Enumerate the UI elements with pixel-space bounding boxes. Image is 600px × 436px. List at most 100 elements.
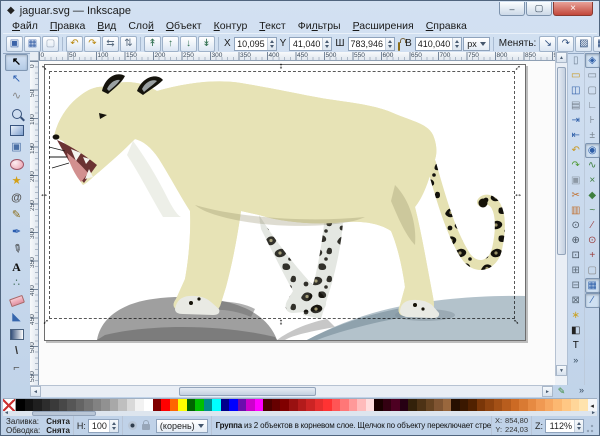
fill-stroke-dialog-button[interactable]: ◧ [568,323,583,338]
menu-text[interactable]: Текст [253,20,291,32]
rotate-ccw-button[interactable]: ↶ [66,36,83,52]
tool-zoom[interactable] [5,105,28,122]
title-bar[interactable]: ◆ jaguar.svg — Inkscape – ▢ × [3,2,597,19]
save-button[interactable]: ◫ [568,83,583,98]
create-clone-button[interactable]: ⊟ [568,278,583,293]
y-field[interactable]: 41,040 [289,37,332,51]
flip-horizontal-button[interactable]: ⇆ [102,36,119,52]
snap-nodes-toggle[interactable]: ◉ [585,143,600,158]
resize-grip[interactable] [586,419,594,433]
zoom-drawing-button[interactable]: ⊕ [568,233,583,248]
snap-object-centers-toggle[interactable]: ⊙ [585,233,600,248]
affect-stroke-toggle[interactable]: ↘ [539,36,556,52]
snap-cusp-nodes-toggle[interactable]: ◆ [585,188,600,203]
snap-enable-toggle[interactable]: ◈ [585,53,600,68]
import-button[interactable]: ⇥ [568,113,583,128]
unlink-clone-button[interactable]: ⊠ [568,293,583,308]
scroll-down-button[interactable]: ▼ [556,365,567,376]
layer-dropdown[interactable]: (корень) [156,419,208,433]
scroll-right-button[interactable]: ► [542,386,553,397]
width-field[interactable]: 783,946 [348,37,396,51]
tool-node-editor[interactable]: ↖ [5,71,28,88]
menu-extensions[interactable]: Расширения [347,20,420,32]
tool-gradient[interactable] [5,326,28,343]
tool-eraser[interactable] [5,292,28,309]
tool-star[interactable]: ★ [5,173,28,190]
vertical-scrollbar[interactable]: ▲ ▼ [555,52,567,376]
snap-page-border-toggle[interactable]: ▢ [585,263,600,278]
duplicate-button[interactable]: ⊞ [568,263,583,278]
lower-to-bottom-button[interactable]: ↡ [198,36,215,52]
close-button[interactable]: × [553,2,593,16]
affect-corners-toggle[interactable]: ↷ [557,36,574,52]
jaguar-drawing[interactable] [45,65,525,340]
height-spinner[interactable] [452,38,461,50]
color-managed-view-icon[interactable]: ✎ [555,385,568,397]
zoom-selection-button[interactable]: ⊙ [568,218,583,233]
affect-gradients-toggle[interactable]: ▨ [575,36,592,52]
redo-button[interactable]: ↷ [568,158,583,173]
horizontal-scrollbar[interactable]: ◄ ► [30,385,553,397]
scale-handle-e[interactable]: ↔ [514,190,523,199]
tool-text[interactable]: A [5,258,28,275]
snap-bbox-corners-toggle[interactable]: ∟ [585,98,600,113]
zoom-field[interactable]: 112% [545,419,584,433]
scale-handle-n[interactable]: ↕ [279,62,284,71]
svg-page[interactable] [44,64,526,341]
tool-bezier-pen[interactable]: ✒ [5,224,28,241]
tool-spray[interactable]: ∴ [5,275,28,292]
layer-lock-icon[interactable] [142,424,150,430]
tool-dropper[interactable]: \ [5,343,28,360]
open-document-button[interactable]: ▭ [568,68,583,83]
maximize-button[interactable]: ▢ [526,2,552,16]
menu-help[interactable]: Справка [420,20,473,32]
tool-tweak[interactable]: ∿ [5,88,28,105]
fill-stroke-indicator[interactable]: Заливка: Снята Обводка: Снята [3,416,74,435]
deselect-button[interactable]: ▢ [42,36,59,52]
tool-spiral[interactable]: @ [5,190,28,207]
select-all-button[interactable]: ▣ [6,36,23,52]
opacity-field[interactable]: 100 [88,419,119,433]
horizontal-scroll-track[interactable] [41,386,542,397]
scroll-left-button[interactable]: ◄ [30,386,41,397]
snapbar-overflow[interactable]: » [579,385,584,395]
menu-filters[interactable]: Фильтры [292,20,347,32]
lower-button[interactable]: ↓ [180,36,197,52]
tool-paint-bucket[interactable]: ◣ [5,309,28,326]
select-all-layers-button[interactable]: ▦ [24,36,41,52]
tool-calligraphy[interactable]: ✎ [5,241,28,258]
menu-object[interactable]: Объект [160,20,208,32]
undo-button[interactable]: ↶ [568,143,583,158]
tool-connector[interactable]: ⌐ [5,360,28,377]
layer-visibility-icon[interactable] [128,421,137,430]
snap-smooth-nodes-toggle[interactable]: ~ [585,203,600,218]
paste-button[interactable]: ▥ [568,203,583,218]
units-dropdown[interactable]: px [463,37,490,51]
scroll-up-button[interactable]: ▲ [556,52,567,63]
zoom-page-button[interactable]: ⊡ [568,248,583,263]
x-spinner[interactable] [267,38,276,50]
new-document-button[interactable]: ▯ [568,53,583,68]
width-spinner[interactable] [385,38,394,50]
select-original-button[interactable]: ∗ [568,308,583,323]
text-dialog-button[interactable]: T [568,338,583,353]
print-button[interactable]: ▤ [568,98,583,113]
export-button[interactable]: ⇤ [568,128,583,143]
scale-handle-s[interactable]: ↕ [279,318,284,327]
affect-patterns-toggle[interactable]: ▦ [593,36,600,52]
cut-button[interactable]: ✂ [568,188,583,203]
height-field[interactable]: 410,040 [415,37,463,51]
snap-paths-toggle[interactable]: ∿ [585,158,600,173]
menu-path[interactable]: Контур [208,20,254,32]
snap-bbox-toggle[interactable]: ▭ [585,68,600,83]
tool-pencil[interactable]: ✎ [5,207,28,224]
menu-file[interactable]: Файл [6,20,44,32]
commands-overflow[interactable]: » [573,355,578,365]
horizontal-scroll-thumb[interactable] [179,387,316,396]
snap-bbox-edges-toggle[interactable]: ▢ [585,83,600,98]
ruler-corner[interactable] [30,52,39,61]
tool-selector[interactable]: ↖ [5,54,28,71]
scale-handle-w[interactable]: ↔ [40,190,49,199]
vertical-scroll-thumb[interactable] [557,67,566,255]
snap-rotation-centers-toggle[interactable]: + [585,248,600,263]
